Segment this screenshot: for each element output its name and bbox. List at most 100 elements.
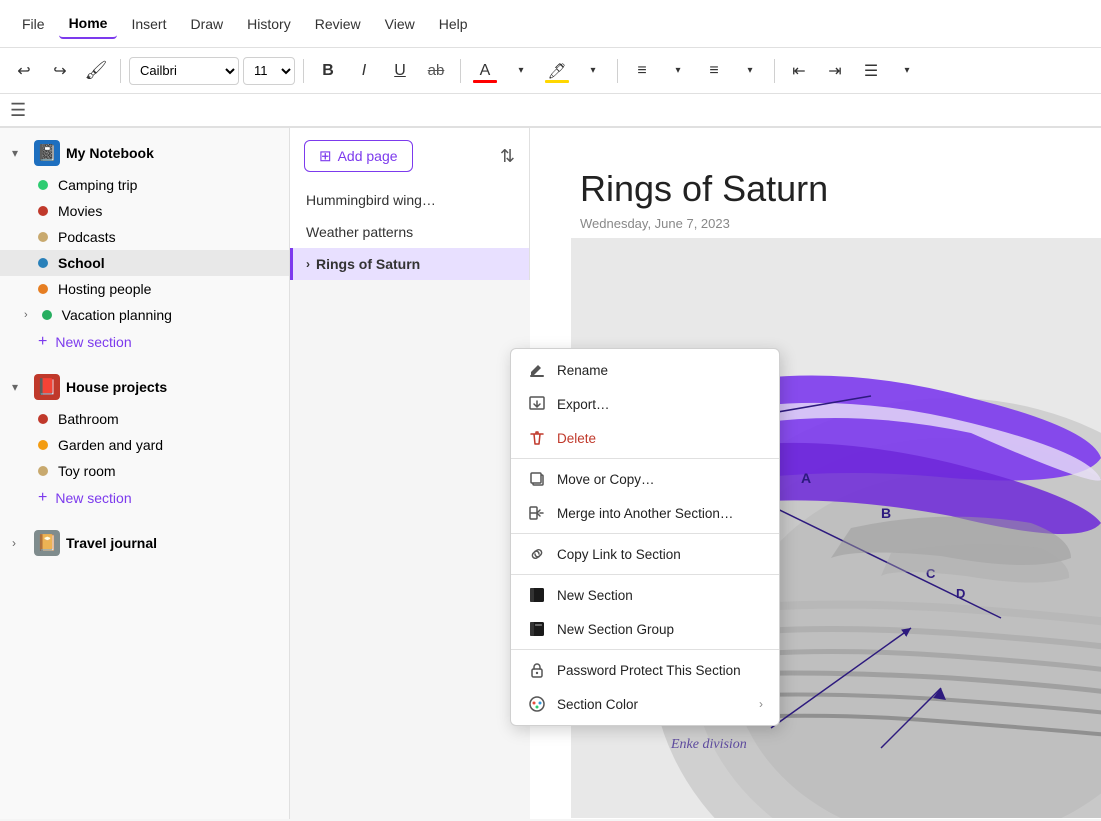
underline-button[interactable]: U bbox=[384, 55, 416, 87]
menu-help[interactable]: Help bbox=[429, 10, 478, 38]
menu-home[interactable]: Home bbox=[59, 9, 118, 39]
delete-icon bbox=[527, 428, 547, 448]
ctx-rename-label: Rename bbox=[557, 363, 608, 378]
ctx-password[interactable]: Password Protect This Section bbox=[511, 653, 779, 687]
page-rings-of-saturn[interactable]: › Rings of Saturn bbox=[290, 248, 529, 280]
notebook-header-house-projects[interactable]: ▾ 📕 House projects bbox=[0, 368, 289, 406]
format-painter-button[interactable]: 🖌 bbox=[80, 55, 112, 87]
numbered-list-button[interactable]: ≡ bbox=[698, 55, 730, 87]
highlight-dropdown[interactable]: ▾ bbox=[577, 55, 609, 87]
align-button[interactable]: ☰ bbox=[855, 55, 887, 87]
pages-and-context: ⊞ Add page ⇅ Hummingbird wing… Weather p… bbox=[290, 128, 530, 819]
svg-text:A: A bbox=[801, 470, 811, 486]
redo-button[interactable]: ↪ bbox=[44, 55, 76, 87]
new-section-house[interactable]: + New section bbox=[0, 484, 289, 512]
section-dot-toy bbox=[38, 466, 48, 476]
notebook-chevron-travel: › bbox=[12, 536, 28, 550]
bullets-button[interactable]: ≡ bbox=[626, 55, 658, 87]
ctx-new-section-group[interactable]: New Section Group bbox=[511, 612, 779, 646]
numbered-dropdown[interactable]: ▾ bbox=[734, 55, 766, 87]
section-garden[interactable]: Garden and yard bbox=[0, 432, 289, 458]
notebook-label-house: House projects bbox=[66, 379, 167, 395]
sort-pages-button[interactable]: ⇅ bbox=[500, 146, 515, 167]
section-color-arrow: › bbox=[759, 697, 763, 711]
section-label-hosting: Hosting people bbox=[58, 281, 151, 297]
align-dropdown[interactable]: ▾ bbox=[891, 55, 923, 87]
new-section-ctx-icon bbox=[527, 585, 547, 605]
pages-header: ⊞ Add page ⇅ bbox=[290, 128, 529, 184]
section-dot-vacation bbox=[42, 310, 52, 320]
notebook-icon-my-notebook: 📓 bbox=[34, 140, 60, 166]
highlight-button[interactable]: 🖊 bbox=[541, 55, 573, 87]
menu-view[interactable]: View bbox=[375, 10, 425, 38]
menu-file[interactable]: File bbox=[12, 10, 55, 38]
export-icon bbox=[527, 394, 547, 414]
hamburger-menu[interactable]: ☰ bbox=[10, 100, 26, 121]
section-label-vacation: Vacation planning bbox=[62, 307, 172, 323]
new-section-icon: + bbox=[38, 333, 47, 351]
increase-indent-button[interactable]: ⇥ bbox=[819, 55, 851, 87]
ctx-sep-2 bbox=[511, 533, 779, 534]
toolbar: ↩ ↪ 🖌 Cailbri 11 B I U ab A ▾ 🖊 ▾ ≡ ▾ ≡ … bbox=[0, 48, 1101, 94]
notebook-header-my-notebook[interactable]: ▾ 📓 My Notebook bbox=[0, 134, 289, 172]
section-label-camping: Camping trip bbox=[58, 177, 137, 193]
menu-bar: File Home Insert Draw History Review Vie… bbox=[0, 0, 1101, 48]
page-chevron-rings: › bbox=[306, 257, 310, 271]
bold-button[interactable]: B bbox=[312, 55, 344, 87]
ctx-section-color[interactable]: Section Color › bbox=[511, 687, 779, 721]
new-section-my-notebook[interactable]: + New section bbox=[0, 328, 289, 356]
ctx-copy-link[interactable]: Copy Link to Section bbox=[511, 537, 779, 571]
section-bathroom[interactable]: Bathroom bbox=[0, 406, 289, 432]
ctx-new-section[interactable]: New Section bbox=[511, 578, 779, 612]
section-camping-trip[interactable]: Camping trip bbox=[0, 172, 289, 198]
font-select[interactable]: Cailbri bbox=[129, 57, 239, 85]
font-color-button[interactable]: A bbox=[469, 55, 501, 87]
section-toy-room[interactable]: Toy room bbox=[0, 458, 289, 484]
section-dot-movies bbox=[38, 206, 48, 216]
section-dot-podcasts bbox=[38, 232, 48, 242]
password-icon bbox=[527, 660, 547, 680]
toolbar-separator-4 bbox=[617, 59, 618, 83]
page-title: Rings of Saturn bbox=[580, 168, 1051, 210]
section-dot-hosting bbox=[38, 284, 48, 294]
ctx-password-label: Password Protect This Section bbox=[557, 663, 741, 678]
font-color-dropdown[interactable]: ▾ bbox=[505, 55, 537, 87]
page-hummingbird[interactable]: Hummingbird wing… bbox=[290, 184, 529, 216]
ctx-merge[interactable]: Merge into Another Section… bbox=[511, 496, 779, 530]
menu-review[interactable]: Review bbox=[305, 10, 371, 38]
undo-button[interactable]: ↩ bbox=[8, 55, 40, 87]
new-section-group-icon bbox=[527, 619, 547, 639]
ctx-move-copy[interactable]: Move or Copy… bbox=[511, 462, 779, 496]
ctx-delete[interactable]: Delete bbox=[511, 421, 779, 455]
menu-draw[interactable]: Draw bbox=[180, 10, 233, 38]
menu-insert[interactable]: Insert bbox=[121, 10, 176, 38]
page-weather[interactable]: Weather patterns bbox=[290, 216, 529, 248]
ctx-export[interactable]: Export… bbox=[511, 387, 779, 421]
ctx-section-color-label: Section Color bbox=[557, 697, 638, 712]
italic-button[interactable]: I bbox=[348, 55, 380, 87]
section-school[interactable]: School bbox=[0, 250, 289, 276]
notebook-house-projects: ▾ 📕 House projects Bathroom Garden and y… bbox=[0, 362, 289, 518]
ctx-rename[interactable]: Rename bbox=[511, 353, 779, 387]
section-podcasts[interactable]: Podcasts bbox=[0, 224, 289, 250]
font-size-select[interactable]: 11 bbox=[243, 57, 295, 85]
svg-text:B: B bbox=[881, 505, 891, 521]
sidebar: ▾ 📓 My Notebook Camping trip Movies Podc… bbox=[0, 128, 290, 819]
new-section-label: New section bbox=[55, 334, 131, 350]
ribbon-extra: ☰ bbox=[0, 94, 1101, 128]
section-hosting-people[interactable]: Hosting people bbox=[0, 276, 289, 302]
section-movies[interactable]: Movies bbox=[0, 198, 289, 224]
ctx-merge-label: Merge into Another Section… bbox=[557, 506, 733, 521]
bullets-dropdown[interactable]: ▾ bbox=[662, 55, 694, 87]
section-vacation-planning[interactable]: › Vacation planning bbox=[0, 302, 289, 328]
notebook-header-travel[interactable]: › 📔 Travel journal bbox=[0, 524, 289, 562]
add-page-button[interactable]: ⊞ Add page bbox=[304, 140, 413, 172]
menu-history[interactable]: History bbox=[237, 10, 301, 38]
ctx-sep-3 bbox=[511, 574, 779, 575]
ctx-sep-1 bbox=[511, 458, 779, 459]
ctx-new-section-label: New Section bbox=[557, 588, 633, 603]
decrease-indent-button[interactable]: ⇤ bbox=[783, 55, 815, 87]
toolbar-separator-3 bbox=[460, 59, 461, 83]
strikethrough-button[interactable]: ab bbox=[420, 55, 452, 87]
notebook-icon-travel: 📔 bbox=[34, 530, 60, 556]
